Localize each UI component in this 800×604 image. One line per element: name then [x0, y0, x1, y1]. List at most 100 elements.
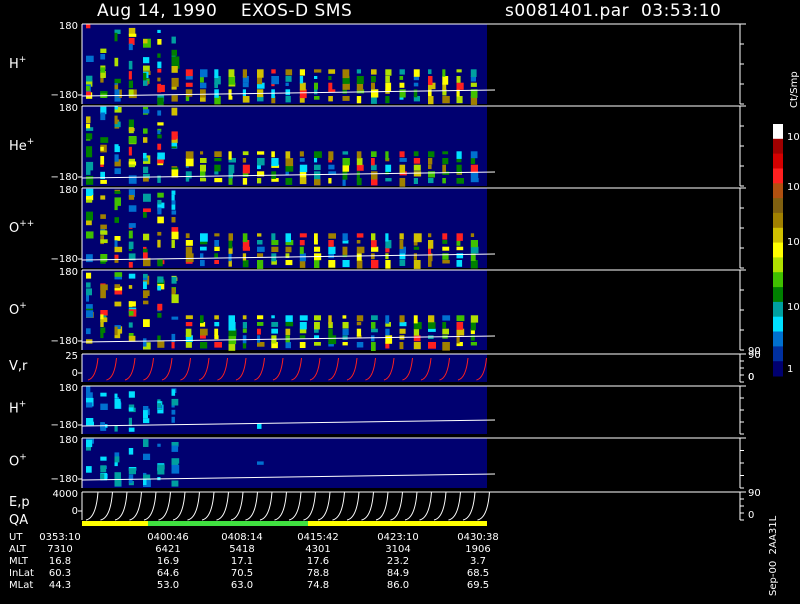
heat-cell	[143, 137, 148, 143]
heat-cell	[242, 233, 248, 243]
heat-cell	[299, 178, 307, 185]
heat-cell	[128, 310, 134, 316]
heat-cell	[271, 69, 276, 74]
heat-cell	[470, 260, 478, 269]
heat-cell	[413, 328, 420, 336]
heat-cell	[86, 402, 93, 408]
colorbar-swatch	[773, 301, 783, 318]
heat-cell	[157, 61, 162, 69]
heat-cell	[128, 230, 133, 239]
heat-cell	[86, 24, 91, 29]
heat-cell	[428, 96, 434, 105]
heat-cell	[456, 178, 464, 184]
heat-cell	[157, 231, 162, 236]
heat-cell	[100, 314, 104, 320]
heat-cell	[371, 240, 377, 248]
heat-cell	[185, 69, 193, 77]
heat-cell	[442, 233, 448, 240]
heat-cell	[257, 260, 264, 269]
left-tick-bottom: −180	[51, 172, 78, 183]
heat-cell	[257, 246, 265, 252]
heat-cell	[442, 328, 449, 335]
heat-cell	[185, 178, 190, 182]
colorbar-swatch	[773, 287, 783, 303]
heat-cell	[200, 69, 208, 78]
heat-cell	[356, 96, 362, 104]
table-cell: 7310	[47, 544, 72, 555]
left-tick-bottom: −180	[51, 254, 78, 265]
heat-cell	[100, 195, 106, 200]
heat-cell	[314, 96, 320, 100]
colorbar-swatch	[773, 153, 783, 169]
table-cell: 74.8	[307, 580, 329, 591]
heat-cell	[128, 80, 133, 88]
heat-cell	[100, 392, 107, 397]
panel-label-sup: +	[19, 55, 27, 65]
heat-cell	[228, 240, 233, 249]
heat-cell	[200, 178, 207, 182]
heat-cell	[100, 239, 108, 244]
table-cell: 0408:14	[221, 532, 263, 543]
heat-cell	[228, 69, 235, 77]
heat-cell	[342, 233, 348, 241]
heat-cell	[157, 159, 164, 164]
heat-cell	[413, 69, 420, 77]
right-tick-bottom: 0	[748, 510, 754, 521]
heat-cell	[242, 322, 247, 329]
heat-cell	[143, 109, 150, 114]
heat-cell	[314, 89, 318, 95]
heat-cell	[128, 119, 134, 128]
heat-cell	[413, 171, 422, 177]
table-cell: 86.0	[387, 580, 409, 591]
plot-title: Aug 14, 1990 EXOS-D SMS	[97, 1, 352, 21]
heat-cell	[128, 477, 133, 483]
heat-cell	[185, 233, 190, 239]
heat-cell	[314, 315, 321, 321]
heat-cell	[86, 161, 94, 171]
heat-cell	[356, 171, 360, 181]
heat-cell	[86, 386, 91, 395]
heat-cell	[342, 315, 347, 319]
heat-cell	[399, 164, 406, 174]
heat-cell	[114, 326, 118, 336]
heat-cell	[228, 322, 236, 331]
heat-cell	[171, 190, 176, 195]
heat-cell	[257, 178, 262, 184]
heat-cell	[470, 82, 477, 87]
heat-cell	[371, 328, 378, 333]
heat-cell	[271, 246, 279, 252]
heat-cell	[385, 233, 389, 242]
heat-cell	[257, 233, 262, 237]
heat-cell	[242, 89, 246, 96]
heat-cell	[456, 69, 462, 73]
heat-cell	[314, 171, 321, 180]
heat-cell	[185, 89, 193, 97]
heat-cell	[157, 216, 164, 224]
heat-cell	[271, 151, 275, 158]
heat-cell	[171, 77, 179, 87]
heat-cell	[157, 39, 162, 45]
heat-cell	[128, 427, 135, 432]
heat-cell	[257, 322, 264, 326]
heat-cell	[371, 76, 376, 83]
heat-cell	[385, 335, 393, 344]
heat-cell	[128, 223, 136, 228]
heat-cell	[285, 76, 292, 82]
heat-cell	[171, 107, 178, 116]
heat-cell	[342, 328, 349, 335]
heat-cell	[470, 233, 475, 237]
heat-cell	[371, 246, 379, 252]
heat-cell	[228, 178, 233, 185]
heat-cell	[242, 69, 247, 78]
colorbar-swatch	[773, 138, 783, 155]
heat-cell	[86, 188, 94, 195]
heat-cell	[114, 202, 118, 211]
heat-cell	[86, 211, 93, 221]
heat-cell	[470, 158, 476, 164]
heat-cell	[86, 75, 93, 82]
heat-cell	[128, 175, 137, 184]
heat-cell	[299, 315, 308, 321]
exos-d-sms-plot: Aug 14, 1990 EXOS-D SMS s0081401.par 03:…	[0, 0, 800, 600]
heat-cell	[157, 97, 164, 106]
heat-cell	[114, 97, 121, 102]
